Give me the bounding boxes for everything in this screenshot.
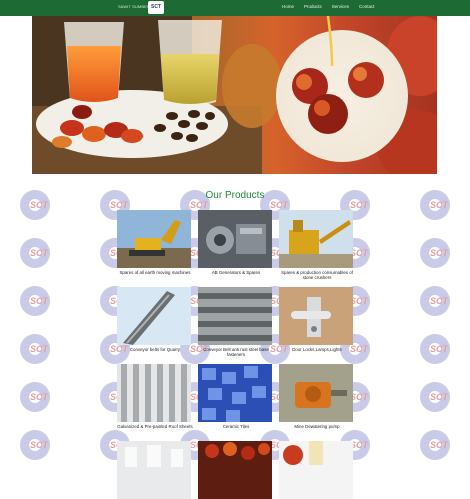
product-card[interactable]: Ceramic Tiles: [198, 364, 274, 429]
product-image-door-lock[interactable]: [279, 287, 353, 345]
product-image-generator[interactable]: [198, 210, 272, 268]
product-card[interactable]: Galvanized & Pre-painted Roof Sheets: [117, 364, 193, 429]
watermark-text: SCT: [30, 200, 48, 210]
product-image-conveyor-belt[interactable]: [117, 287, 191, 345]
watermark-logo: SCT: [20, 286, 54, 316]
product-card[interactable]: [198, 441, 274, 499]
watermark-text: SCT: [430, 296, 448, 306]
product-image-stone-crusher[interactable]: [279, 210, 353, 268]
brand-logo[interactable]: SCT: [148, 1, 164, 14]
watermark-text: SCT: [110, 200, 128, 210]
product-label: Conveyor belts for Quarry: [129, 347, 181, 352]
watermark-text: SCT: [430, 392, 448, 402]
product-card[interactable]: Conveyor Belt anti rust steel base faste…: [198, 287, 274, 357]
nav-products[interactable]: Products: [304, 4, 322, 9]
product-label: Spares & production consumables of stone…: [281, 270, 353, 280]
product-label: Mine Dewatering pump: [294, 424, 340, 429]
watermark-text: SCT: [30, 392, 48, 402]
watermark-text: SCT: [30, 344, 48, 354]
watermark-text: SCT: [430, 200, 448, 210]
watermark-text: SCT: [350, 200, 368, 210]
product-image-roof-sheets[interactable]: [117, 364, 191, 422]
product-image-excavator[interactable]: [117, 210, 191, 268]
watermark-text: SCT: [430, 344, 448, 354]
watermark-logo: SCT: [20, 382, 54, 412]
product-label: Spares of all earth moving machines: [119, 270, 191, 275]
product-label: Door Locks,Lamps,Lights: [292, 347, 342, 352]
product-card[interactable]: Conveyor belts for Quarry: [117, 287, 193, 352]
product-card[interactable]: Door Locks,Lamps,Lights: [279, 287, 355, 352]
product-image-fasteners[interactable]: [198, 287, 272, 345]
product-card[interactable]: Spares & production consumables of stone…: [279, 210, 355, 280]
product-label: Conveyor Belt anti rust steel base faste…: [203, 347, 269, 357]
section-title-our-products: Our Products: [205, 190, 265, 201]
product-image-ceramic-tiles[interactable]: [198, 364, 272, 422]
product-card[interactable]: Spares of all earth moving machines: [117, 210, 193, 275]
product-image-palm-fruits[interactable]: [198, 441, 272, 499]
watermark-text: SCT: [190, 200, 208, 210]
watermark-text: SCT: [30, 296, 48, 306]
product-card[interactable]: [117, 441, 193, 499]
top-navbar: SAWIT SUMBERMAS SCT Home Products Servic…: [0, 0, 470, 16]
product-label: AB Generators & Spares: [211, 270, 261, 275]
product-card[interactable]: AB Generators & Spares: [198, 210, 274, 275]
product-label: Ceramic Tiles: [222, 424, 250, 429]
watermark-text: SCT: [430, 440, 448, 450]
main-nav: Home Products Services Contact: [282, 4, 375, 9]
watermark-logo: SCT: [420, 430, 454, 460]
watermark-text: SCT: [30, 248, 48, 258]
watermark-logo: SCT: [20, 334, 54, 364]
product-card[interactable]: [279, 441, 355, 499]
watermark-logo: SCT: [420, 238, 454, 268]
product-card[interactable]: Mine Dewatering pump: [279, 364, 355, 429]
nav-services[interactable]: Services: [332, 4, 349, 9]
hero-banner-image: [32, 16, 437, 174]
product-label: Galvanized & Pre-painted Roof Sheets: [117, 424, 193, 429]
nav-home[interactable]: Home: [282, 4, 294, 9]
watermark-text: SCT: [30, 440, 48, 450]
product-image-white-vases[interactable]: [117, 441, 191, 499]
nav-contact[interactable]: Contact: [359, 4, 375, 9]
watermark-logo: SCT: [420, 334, 454, 364]
watermark-logo: SCT: [420, 382, 454, 412]
watermark-text: SCT: [270, 200, 288, 210]
watermark-text: SCT: [430, 248, 448, 258]
product-image-palm-oil[interactable]: [279, 441, 353, 499]
product-image-dewatering-pump[interactable]: [279, 364, 353, 422]
watermark-logo: SCT: [20, 430, 54, 460]
watermark-logo: SCT: [420, 286, 454, 316]
watermark-logo: SCT: [20, 238, 54, 268]
